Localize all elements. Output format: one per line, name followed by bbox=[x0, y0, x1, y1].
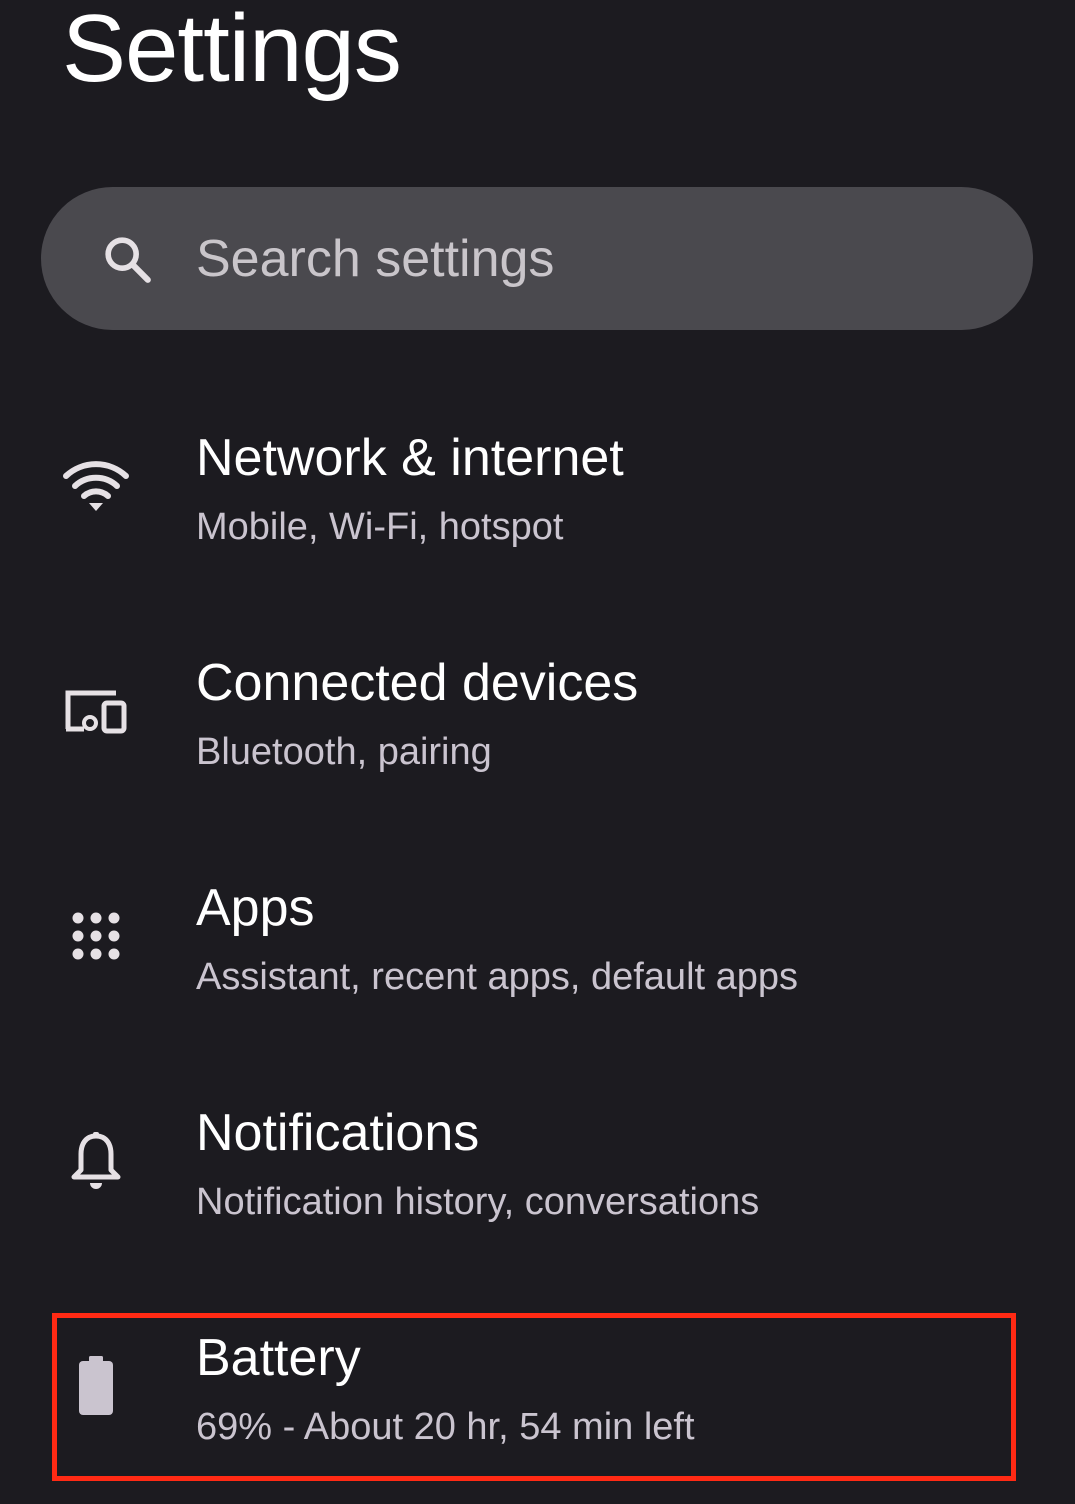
settings-item-title: Apps bbox=[196, 879, 315, 937]
settings-item-title: Connected devices bbox=[196, 654, 639, 712]
wifi-icon bbox=[60, 450, 132, 522]
battery-icon bbox=[60, 1350, 132, 1422]
settings-item-notifications[interactable]: Notifications Notification history, conv… bbox=[0, 1075, 1075, 1275]
settings-item-connected-devices[interactable]: Connected devices Bluetooth, pairing bbox=[0, 625, 1075, 825]
settings-item-subtitle: Assistant, recent apps, default apps bbox=[196, 956, 799, 998]
search-icon[interactable] bbox=[100, 232, 156, 288]
bell-icon bbox=[60, 1125, 132, 1197]
settings-item-network[interactable]: Network & internet Mobile, Wi-Fi, hotspo… bbox=[0, 400, 1075, 600]
settings-item-subtitle: Bluetooth, pairing bbox=[196, 731, 492, 773]
settings-item-battery[interactable]: Battery 69% - About 20 hr, 54 min left bbox=[0, 1300, 1075, 1500]
settings-item-apps[interactable]: Apps Assistant, recent apps, default app… bbox=[0, 850, 1075, 1050]
settings-item-subtitle: Mobile, Wi-Fi, hotspot bbox=[196, 506, 564, 548]
settings-item-title: Notifications bbox=[196, 1104, 480, 1162]
settings-item-subtitle: 69% - About 20 hr, 54 min left bbox=[196, 1406, 695, 1448]
settings-item-title: Network & internet bbox=[196, 429, 624, 487]
settings-item-title: Battery bbox=[196, 1329, 361, 1387]
search-input[interactable] bbox=[196, 222, 976, 296]
settings-item-subtitle: Notification history, conversations bbox=[196, 1181, 760, 1223]
connected-devices-icon bbox=[60, 675, 132, 747]
page-title: Settings bbox=[62, 0, 402, 102]
apps-grid-icon bbox=[60, 900, 132, 972]
